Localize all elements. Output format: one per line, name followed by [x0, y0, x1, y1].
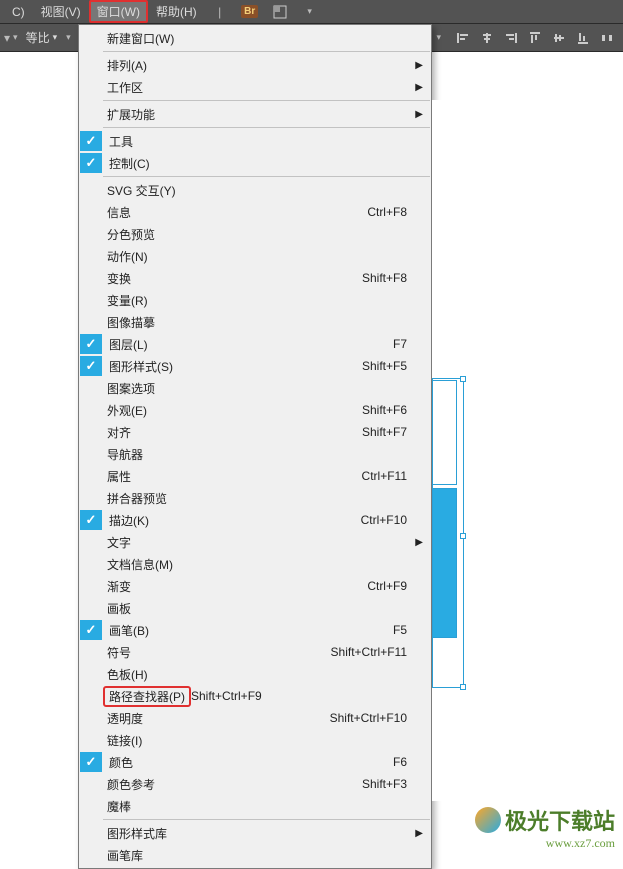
blue-rect[interactable] [432, 488, 457, 638]
menu-separator [103, 51, 430, 52]
menu-artboards[interactable]: 画板 [79, 597, 431, 619]
watermark-title: 极光下载站 [505, 804, 615, 836]
align-left-icon[interactable] [453, 28, 473, 48]
menu-transform[interactable]: 变换Shift+F8 [79, 267, 431, 289]
menu-color-guide[interactable]: 颜色参考Shift+F3 [79, 773, 431, 795]
menu-layers[interactable]: ✓图层(L)F7 [79, 333, 431, 355]
menu-appearance[interactable]: 外观(E)Shift+F6 [79, 399, 431, 421]
menu-text[interactable]: 文字▶ [79, 531, 431, 553]
menu-new-window[interactable]: 新建窗口(W) [79, 27, 431, 49]
align-right-icon[interactable] [501, 28, 521, 48]
menu-workspace[interactable]: 工作区▶ [79, 76, 431, 98]
menu-gradient[interactable]: 渐变Ctrl+F9 [79, 575, 431, 597]
watermark-url: www.xz7.com [475, 836, 615, 851]
menu-actions[interactable]: 动作(N) [79, 245, 431, 267]
separator-icon: | [211, 3, 229, 21]
menu-view[interactable]: 视图(V) [33, 0, 89, 23]
menu-stroke[interactable]: ✓描边(K)Ctrl+F10 [79, 509, 431, 531]
menu-info[interactable]: 信息Ctrl+F8 [79, 201, 431, 223]
submenu-arrow-icon: ▶ [415, 828, 423, 839]
menu-magic-wand[interactable]: 魔棒 [79, 795, 431, 817]
menu-separator [103, 176, 430, 177]
menu-brushes[interactable]: ✓画笔(B)F5 [79, 619, 431, 641]
menu-brush-library[interactable]: 画笔库 [79, 844, 431, 866]
selection-handle[interactable] [460, 684, 466, 690]
menu-separator [103, 819, 430, 820]
menu-extensions[interactable]: 扩展功能▶ [79, 103, 431, 125]
menu-image-trace[interactable]: 图像描摹 [79, 311, 431, 333]
menu-cut-left: C) [4, 2, 33, 22]
check-icon: ✓ [80, 510, 102, 530]
check-icon: ✓ [80, 752, 102, 772]
menu-arrange[interactable]: 排列(A)▶ [79, 54, 431, 76]
menu-swatches[interactable]: 色板(H) [79, 663, 431, 685]
check-icon: ✓ [80, 131, 102, 151]
arrange-docs-icon[interactable] [271, 3, 289, 21]
opacity-dropdown[interactable]: ▾ [63, 32, 71, 43]
selection-handle[interactable] [460, 533, 466, 539]
menu-pattern-options[interactable]: 图案选项 [79, 377, 431, 399]
submenu-arrow-icon: ▶ [415, 109, 423, 120]
menu-window[interactable]: 窗口(W) [89, 0, 148, 23]
menu-navigator[interactable]: 导航器 [79, 443, 431, 465]
menubar: C) 视图(V) 窗口(W) 帮助(H) | Br ▾ [0, 0, 623, 24]
distribute-icon[interactable] [597, 28, 617, 48]
check-icon: ✓ [80, 620, 102, 640]
menu-align[interactable]: 对齐Shift+F7 [79, 421, 431, 443]
ratio-label[interactable]: 等比▾ [20, 29, 64, 46]
submenu-arrow-icon: ▶ [415, 82, 423, 93]
watermark-logo-icon [475, 807, 501, 833]
align-hcenter-icon[interactable] [477, 28, 497, 48]
menu-svg[interactable]: SVG 交互(Y) [79, 179, 431, 201]
check-icon: ✓ [80, 356, 102, 376]
check-icon: ✓ [80, 153, 102, 173]
menu-doc-info[interactable]: 文档信息(M) [79, 553, 431, 575]
menu-separation-preview[interactable]: 分色预览 [79, 223, 431, 245]
check-icon: ✓ [80, 334, 102, 354]
menu-attributes[interactable]: 属性Ctrl+F11 [79, 465, 431, 487]
menu-tools[interactable]: ✓工具 [79, 130, 431, 152]
menu-graphic-styles[interactable]: ✓图形样式(S)Shift+F5 [79, 355, 431, 377]
watermark: 极光下载站 www.xz7.com [475, 804, 615, 851]
submenu-arrow-icon: ▶ [415, 60, 423, 71]
submenu-arrow-icon: ▶ [415, 537, 423, 548]
menu-variables[interactable]: 变量(R) [79, 289, 431, 311]
menu-links[interactable]: 链接(I) [79, 729, 431, 751]
menu-separator [103, 100, 430, 101]
bridge-icon[interactable]: Br [241, 3, 259, 21]
align-top-icon[interactable] [525, 28, 545, 48]
window-menu-dropdown: 新建窗口(W) 排列(A)▶ 工作区▶ 扩展功能▶ ✓工具 ✓控制(C) SVG… [78, 24, 432, 869]
align-vcenter-icon[interactable] [549, 28, 569, 48]
canvas[interactable] [432, 100, 623, 801]
menu-color[interactable]: ✓颜色F6 [79, 751, 431, 773]
white-rect[interactable] [432, 380, 457, 485]
menu-transparency[interactable]: 透明度Shift+Ctrl+F10 [79, 707, 431, 729]
menu-style-library[interactable]: 图形样式库▶ [79, 822, 431, 844]
menu-flattener[interactable]: 拼合器预览 [79, 487, 431, 509]
selection-handle[interactable] [460, 376, 466, 382]
menu-control[interactable]: ✓控制(C) [79, 152, 431, 174]
menu-help[interactable]: 帮助(H) [148, 0, 205, 23]
align-bottom-icon[interactable] [573, 28, 593, 48]
menu-pathfinder[interactable]: 路径查找器(P)Shift+Ctrl+F9 [79, 685, 431, 707]
dropdown-chevron-icon[interactable]: ▾ [301, 3, 319, 21]
menu-symbols[interactable]: 符号Shift+Ctrl+F11 [79, 641, 431, 663]
menu-separator [103, 127, 430, 128]
stroke-weight-dropdown[interactable]: ▾▾ [4, 31, 18, 45]
preset-chevron-icon[interactable]: ▾ [436, 32, 441, 43]
